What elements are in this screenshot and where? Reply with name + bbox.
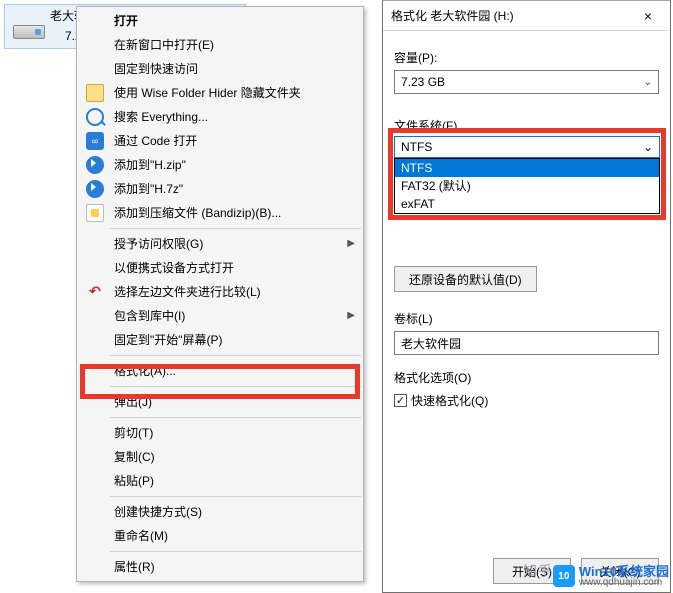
watermark-logo-icon: 10 <box>553 565 575 587</box>
menu-grant-access[interactable]: 授予访问权限(G) ▶ <box>78 232 362 256</box>
dialog-title: 格式化 老大软件园 (H:) <box>391 7 514 24</box>
watermark-zhihu: 知乎 <box>523 561 553 581</box>
menu-label: 通过 Code 打开 <box>114 134 197 148</box>
filesystem-value: NTFS <box>401 140 432 154</box>
menu-label: 添加到压缩文件 (Bandizip)(B)... <box>114 206 281 220</box>
chevron-right-icon: ▶ <box>347 232 355 256</box>
dialog-titlebar[interactable]: 格式化 老大软件园 (H:) × <box>383 1 670 31</box>
menu-add-archive[interactable]: 添加到压缩文件 (Bandizip)(B)... <box>78 201 362 225</box>
menu-separator <box>110 228 361 229</box>
menu-properties[interactable]: 属性(R) <box>78 555 362 579</box>
menu-open-with-code[interactable]: ∞ 通过 Code 打开 <box>78 129 362 153</box>
context-menu: 打开 在新窗口中打开(E) 固定到快速访问 使用 Wise Folder Hid… <box>76 6 364 582</box>
chevron-down-icon: ⌄ <box>643 140 653 154</box>
menu-label: 以便携式设备方式打开 <box>114 261 234 275</box>
menu-rename[interactable]: 重命名(M) <box>78 524 362 548</box>
menu-label: 选择左边文件夹进行比较(L) <box>114 285 261 299</box>
menu-portable-open[interactable]: 以便携式设备方式打开 <box>78 256 362 280</box>
watermark-site: 10 Win10系统家园 www.qdhuajin.com <box>553 565 669 588</box>
menu-separator <box>110 417 361 418</box>
menu-label: 添加到"H.7z" <box>114 182 183 196</box>
vscode-icon: ∞ <box>86 132 104 150</box>
menu-label: 包含到库中(I) <box>114 309 185 323</box>
watermark-line2: www.qdhuajin.com <box>579 577 669 588</box>
menu-label: 重命名(M) <box>114 529 168 543</box>
menu-label: 打开 <box>114 14 138 28</box>
menu-add-hzip[interactable]: 添加到"H.zip" <box>78 153 362 177</box>
menu-format[interactable]: 格式化(A)... <box>78 359 362 383</box>
folder-hide-icon <box>86 84 104 102</box>
filesystem-option-fat32[interactable]: FAT32 (默认) <box>395 177 659 195</box>
menu-label: 固定到"开始"屏幕(P) <box>114 333 223 347</box>
capacity-value: 7.23 GB <box>401 75 445 89</box>
filesystem-option-ntfs[interactable]: NTFS <box>395 159 659 177</box>
menu-label: 剪切(T) <box>114 426 153 440</box>
bandizip-icon <box>86 204 104 222</box>
menu-create-shortcut[interactable]: 创建快捷方式(S) <box>78 500 362 524</box>
compare-icon: ↶ <box>86 283 104 301</box>
menu-label: 在新窗口中打开(E) <box>114 38 214 52</box>
capacity-label: 容量(P): <box>394 49 659 66</box>
menu-separator <box>110 496 361 497</box>
menu-label: 弹出(J) <box>114 395 152 409</box>
menu-label: 添加到"H.zip" <box>114 158 186 172</box>
option-label: exFAT <box>401 197 435 211</box>
menu-paste[interactable]: 粘贴(P) <box>78 469 362 493</box>
quick-format-checkbox[interactable]: ✓ 快速格式化(Q) <box>394 392 659 409</box>
menu-wise-hider[interactable]: 使用 Wise Folder Hider 隐藏文件夹 <box>78 81 362 105</box>
menu-pin-quick-access[interactable]: 固定到快速访问 <box>78 57 362 81</box>
filesystem-combo[interactable]: NTFS ⌄ <box>394 136 660 158</box>
volume-label-value: 老大软件园 <box>401 335 461 352</box>
menu-add-h7z[interactable]: 添加到"H.7z" <box>78 177 362 201</box>
menu-label: 属性(R) <box>114 560 155 574</box>
archive-icon <box>86 180 104 198</box>
menu-open[interactable]: 打开 <box>78 9 362 33</box>
format-options-label: 格式化选项(O) <box>394 369 659 386</box>
menu-eject[interactable]: 弹出(J) <box>78 390 362 414</box>
chevron-right-icon: ▶ <box>347 304 355 328</box>
menu-compare-left[interactable]: ↶ 选择左边文件夹进行比较(L) <box>78 280 362 304</box>
format-dialog: 格式化 老大软件园 (H:) × 容量(P): 7.23 GB ⌄ 还原设备的默… <box>382 0 671 593</box>
menu-include-library[interactable]: 包含到库中(I) ▶ <box>78 304 362 328</box>
menu-search-everything[interactable]: 搜索 Everything... <box>78 105 362 129</box>
close-button[interactable]: × <box>626 8 670 24</box>
menu-label: 粘贴(P) <box>114 474 154 488</box>
menu-label: 授予访问权限(G) <box>114 237 203 251</box>
menu-label: 复制(C) <box>114 450 155 464</box>
search-icon <box>86 108 104 126</box>
menu-label: 搜索 Everything... <box>114 110 208 124</box>
option-label: NTFS <box>401 161 432 175</box>
menu-separator <box>110 355 361 356</box>
capacity-combo[interactable]: 7.23 GB ⌄ <box>394 70 659 94</box>
restore-defaults-button[interactable]: 还原设备的默认值(D) <box>394 266 537 292</box>
archive-icon <box>86 156 104 174</box>
drive-icon <box>13 25 45 39</box>
menu-label: 创建快捷方式(S) <box>114 505 202 519</box>
menu-copy[interactable]: 复制(C) <box>78 445 362 469</box>
quick-format-label: 快速格式化(Q) <box>411 392 488 409</box>
menu-separator <box>110 386 361 387</box>
filesystem-label: 文件系统(F) <box>394 117 457 134</box>
menu-label: 格式化(A)... <box>114 364 176 378</box>
menu-open-new-window[interactable]: 在新窗口中打开(E) <box>78 33 362 57</box>
volume-label-input[interactable]: 老大软件园 <box>394 331 659 355</box>
volume-label-label: 卷标(L) <box>394 310 659 327</box>
menu-pin-start[interactable]: 固定到"开始"屏幕(P) <box>78 328 362 352</box>
menu-separator <box>110 551 361 552</box>
menu-cut[interactable]: 剪切(T) <box>78 421 362 445</box>
menu-label: 使用 Wise Folder Hider 隐藏文件夹 <box>114 86 301 100</box>
menu-label: 固定到快速访问 <box>114 62 198 76</box>
checkbox-icon: ✓ <box>394 394 407 407</box>
filesystem-option-exfat[interactable]: exFAT <box>395 195 659 213</box>
filesystem-dropdown: NTFS FAT32 (默认) exFAT <box>394 158 660 214</box>
chevron-down-icon: ⌄ <box>644 77 652 88</box>
option-label: FAT32 (默认) <box>401 179 471 193</box>
button-label: 还原设备的默认值(D) <box>409 271 522 288</box>
